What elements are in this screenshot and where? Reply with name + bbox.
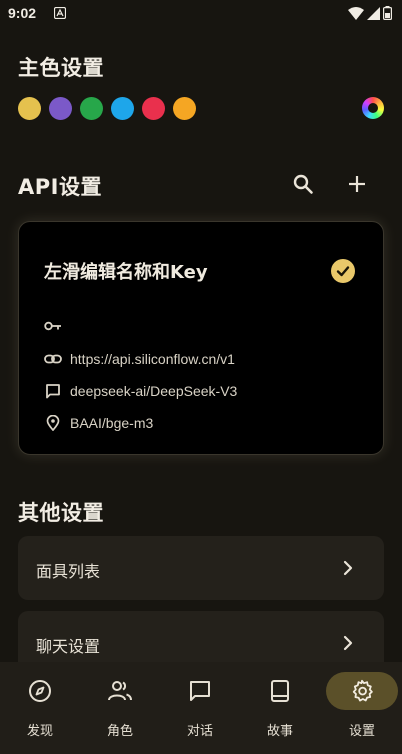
gear-icon bbox=[352, 679, 373, 702]
api-section-title: API设置 bbox=[18, 175, 102, 199]
status-bar: 9:02 bbox=[0, 0, 402, 28]
theme-section-title: 主色设置 bbox=[18, 56, 104, 80]
book-icon bbox=[271, 680, 289, 702]
nav-characters-label: 角色 bbox=[106, 724, 133, 739]
wifi-icon bbox=[348, 6, 364, 20]
settings-screen: 9:02 主色设置 API设置 左滑编辑名称和Key https://api.s… bbox=[0, 0, 402, 754]
chevron-right-icon bbox=[343, 635, 353, 651]
api-model-row: deepseek-ai/DeepSeek-V3 bbox=[44, 382, 237, 400]
chat-settings-label: 聊天设置 bbox=[36, 637, 101, 656]
compass-icon bbox=[29, 680, 51, 702]
selected-check-icon bbox=[331, 259, 355, 283]
mask-list-item[interactable]: 面具列表 bbox=[18, 536, 384, 600]
nav-settings-label: 设置 bbox=[348, 724, 375, 739]
nav-discover-label: 发现 bbox=[26, 724, 53, 739]
key-icon bbox=[44, 317, 62, 335]
other-section-title: 其他设置 bbox=[18, 501, 104, 525]
search-button[interactable] bbox=[289, 170, 317, 198]
people-icon bbox=[108, 681, 132, 701]
nav-conversations[interactable]: 对话 bbox=[160, 672, 240, 744]
api-model-text: deepseek-ai/DeepSeek-V3 bbox=[70, 383, 238, 399]
nav-settings[interactable]: 设置 bbox=[322, 672, 402, 744]
api-url-row: https://api.siliconflow.cn/v1 bbox=[44, 350, 235, 368]
color-swatch-5[interactable] bbox=[142, 97, 165, 120]
nav-conversations-label: 对话 bbox=[186, 724, 213, 739]
chat-icon bbox=[190, 681, 210, 701]
mask-list-label: 面具列表 bbox=[36, 562, 101, 581]
api-config-card[interactable]: 左滑编辑名称和Key https://api.siliconflow.cn/v1… bbox=[18, 221, 384, 455]
color-swatch-4[interactable] bbox=[111, 97, 134, 120]
link-icon bbox=[44, 350, 62, 368]
nav-discover[interactable]: 发现 bbox=[0, 672, 80, 744]
location-pin-icon bbox=[44, 414, 62, 432]
api-key-row bbox=[44, 317, 70, 335]
plus-icon bbox=[349, 176, 365, 192]
chat-bubble-icon bbox=[44, 382, 62, 400]
battery-icon bbox=[383, 6, 392, 20]
status-icons bbox=[348, 6, 392, 20]
color-swatches bbox=[18, 97, 196, 120]
color-swatch-2[interactable] bbox=[49, 97, 72, 120]
custom-color-picker-icon[interactable] bbox=[362, 97, 384, 119]
api-url-text: https://api.siliconflow.cn/v1 bbox=[70, 351, 235, 367]
color-swatch-6[interactable] bbox=[173, 97, 196, 120]
api-embedding-text: BAAI/bge-m3 bbox=[70, 415, 154, 431]
nav-stories[interactable]: 故事 bbox=[240, 672, 320, 744]
api-card-title: 左滑编辑名称和Key bbox=[44, 262, 208, 283]
nav-stories-label: 故事 bbox=[266, 724, 293, 739]
search-icon bbox=[293, 174, 313, 194]
notification-icon bbox=[54, 7, 66, 19]
chevron-right-icon bbox=[343, 560, 353, 576]
color-swatch-3[interactable] bbox=[80, 97, 103, 120]
bottom-navigation: 发现 角色 对话 故事 设置 bbox=[0, 662, 402, 754]
api-embedding-row: BAAI/bge-m3 bbox=[44, 414, 153, 432]
status-time: 9:02 bbox=[8, 5, 37, 21]
signal-icon bbox=[367, 6, 380, 20]
color-swatch-1[interactable] bbox=[18, 97, 41, 120]
nav-characters[interactable]: 角色 bbox=[80, 672, 160, 744]
add-api-button[interactable] bbox=[343, 170, 371, 198]
